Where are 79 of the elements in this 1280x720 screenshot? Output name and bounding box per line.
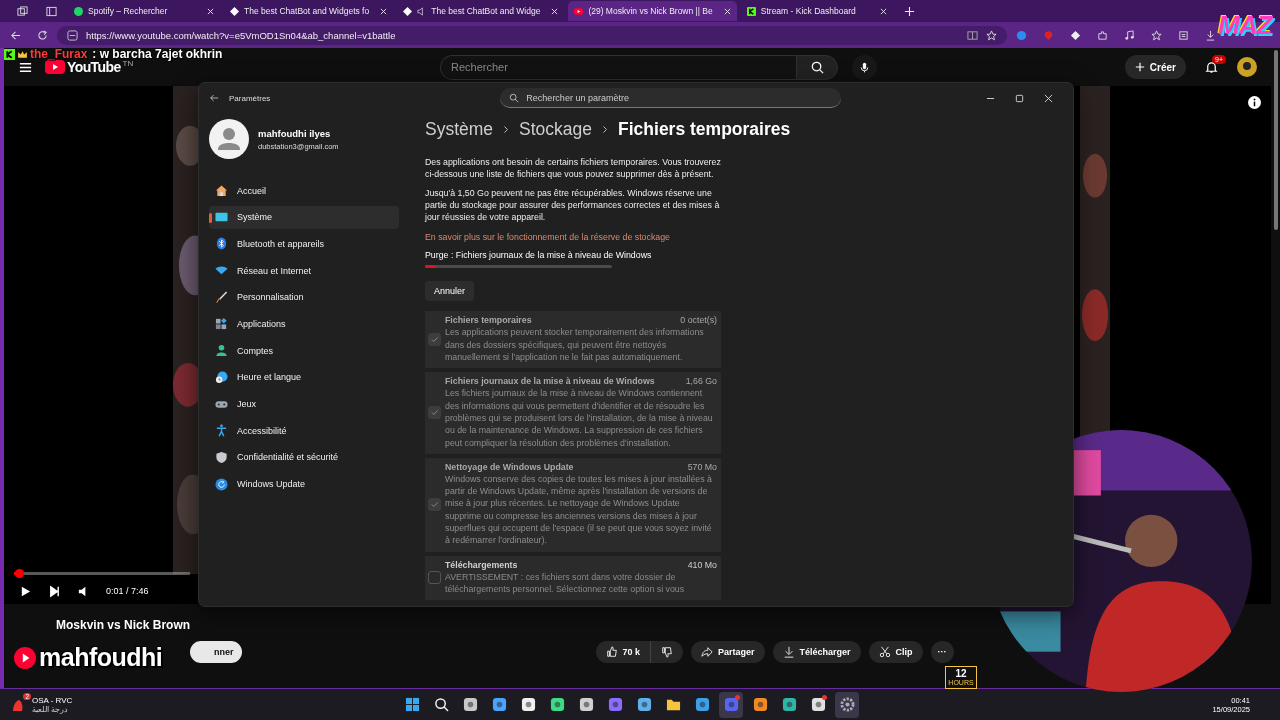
like-button[interactable]: 70 k xyxy=(595,641,652,663)
plus-icon xyxy=(1134,62,1145,72)
browser-tab[interactable]: The best ChatBot and Widgets fo xyxy=(224,1,394,21)
puzzle-icon[interactable] xyxy=(1097,29,1108,41)
back-icon[interactable] xyxy=(10,29,21,41)
close-icon[interactable] xyxy=(380,7,388,15)
thumbs-up-icon xyxy=(605,646,618,658)
search-icon xyxy=(809,59,825,75)
gear-icon xyxy=(839,697,855,712)
app-icon xyxy=(636,697,652,712)
app-icon xyxy=(694,697,710,712)
youtube-icon xyxy=(574,6,584,16)
split-screen-icon[interactable] xyxy=(967,29,978,41)
browser-tab[interactable]: The best ChatBot and Widge xyxy=(397,1,565,21)
app-icon xyxy=(578,697,594,712)
streamer-name: mahfoudhi xyxy=(39,643,163,672)
collections-icon[interactable] xyxy=(1178,29,1189,41)
refresh-icon[interactable] xyxy=(37,29,48,41)
spotify-icon xyxy=(74,6,83,16)
create-button[interactable]: Créer xyxy=(1124,55,1186,79)
scissors-icon xyxy=(878,646,891,658)
download-icon xyxy=(782,646,795,658)
workspaces-icon[interactable] xyxy=(17,5,28,17)
windows-logo-icon xyxy=(404,697,420,712)
region-code: TN xyxy=(122,59,134,68)
close-icon[interactable] xyxy=(551,7,559,15)
microphone-button[interactable] xyxy=(852,54,877,80)
subscribe-button[interactable]: nner xyxy=(190,641,242,663)
browser-tab[interactable]: (29) Moskvin vs Nick Brown || Be xyxy=(568,1,737,21)
youtube-logo-icon[interactable] xyxy=(45,60,65,74)
chat-message: : w barcha 7ajet okhrin xyxy=(92,47,223,61)
app-icon xyxy=(781,697,797,712)
close-icon[interactable] xyxy=(879,7,887,15)
kick-icon xyxy=(4,48,15,60)
share-icon xyxy=(701,646,714,658)
close-icon[interactable] xyxy=(723,7,731,15)
crown-icon xyxy=(17,48,28,60)
tab-actions-icon[interactable] xyxy=(46,5,57,17)
app-icon xyxy=(607,697,623,712)
video-title: Moskvin vs Nick Brown xyxy=(56,618,192,632)
dislike-button[interactable] xyxy=(651,641,684,663)
music-icon[interactable] xyxy=(1124,29,1135,41)
browser-tab[interactable]: Stream - Kick Dashboard xyxy=(740,1,893,21)
app-icon xyxy=(810,697,826,712)
diamond-icon xyxy=(230,6,239,16)
app-icon xyxy=(723,697,739,712)
youtube-icon xyxy=(14,646,36,669)
kick-icon xyxy=(746,6,756,16)
avatar[interactable] xyxy=(1237,57,1257,77)
clip-button[interactable]: Clip xyxy=(868,641,923,663)
download-icon[interactable] xyxy=(1205,29,1216,41)
app-icon xyxy=(752,697,768,712)
search-button[interactable] xyxy=(796,54,838,80)
youtube-logo[interactable]: YouTube xyxy=(67,59,121,75)
widget-title[interactable]: OSA - RVC xyxy=(32,695,73,705)
new-tab-icon[interactable] xyxy=(903,5,915,17)
star-icon[interactable] xyxy=(1151,29,1162,41)
app-icon xyxy=(549,697,565,712)
browser-tab[interactable]: Spotify – Rechercher xyxy=(68,1,220,21)
taskbar-button[interactable] xyxy=(835,691,859,718)
site-info-icon[interactable] xyxy=(67,29,78,41)
star-icon[interactable] xyxy=(986,29,997,41)
app-icon xyxy=(520,697,536,712)
search-field[interactable]: Rechercher xyxy=(440,54,796,80)
folder-icon xyxy=(665,697,681,712)
widget-subtitle: درجة اللعبة xyxy=(32,704,70,714)
more-button[interactable]: ··· xyxy=(930,641,954,663)
thumbs-down-icon xyxy=(661,646,674,658)
close-icon[interactable] xyxy=(207,7,214,15)
channel-logo: MAZ xyxy=(1218,10,1272,41)
app-icon xyxy=(491,697,507,712)
address-bar[interactable]: https://www.youtube.com/watch?v=e5VmOD1Sn04&ab_channel=v1battle xyxy=(57,25,1007,45)
download-button[interactable]: Télécharger xyxy=(772,641,861,663)
share-button[interactable]: Partager xyxy=(691,641,765,663)
diamond-icon xyxy=(403,6,413,16)
chat-username: the_Furax xyxy=(30,47,88,61)
search-icon xyxy=(433,697,449,712)
extension-icon[interactable] xyxy=(1070,29,1081,41)
app-icon xyxy=(462,697,478,712)
